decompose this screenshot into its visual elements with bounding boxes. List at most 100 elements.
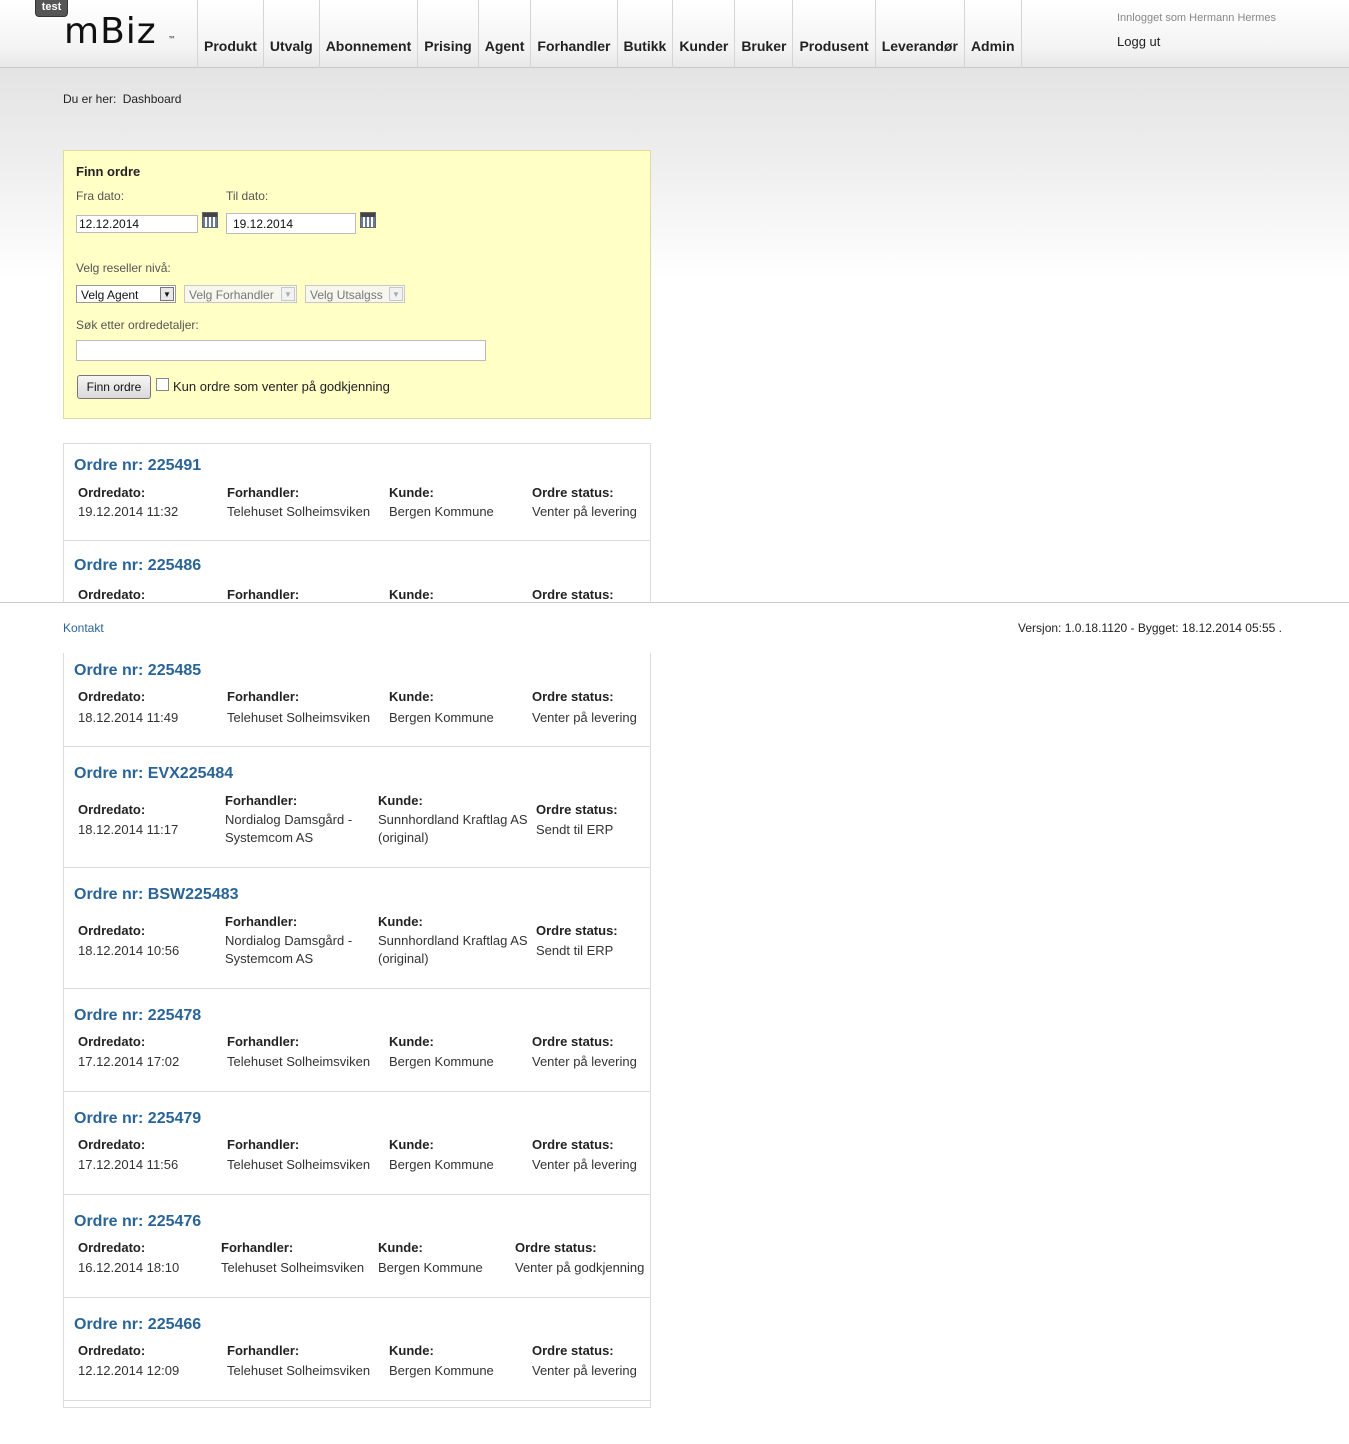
order-item: Ordre nr: 225476 Ordredato: 16.12.2014 1…	[64, 1195, 650, 1298]
nav-admin[interactable]: Admin	[963, 0, 1022, 68]
order-number-link[interactable]: Ordre nr: 225485	[74, 662, 201, 680]
order-status: Venter på godkjenning	[515, 1260, 645, 1275]
order-date: 12.12.2014 12:09	[78, 1363, 180, 1378]
trademark-symbol: ™	[168, 35, 176, 44]
dealer-name: Telehuset Solheimsviken	[227, 1054, 371, 1069]
logo-text: mBiz	[64, 11, 157, 52]
agent-select[interactable]: Velg Agent ▼	[76, 285, 176, 303]
breadcrumb-current: Dashboard	[122, 92, 182, 106]
customer-name: Bergen Kommune	[389, 710, 494, 725]
order-item: Ordre nr: 225478 Ordredato: 17.12.2014 1…	[64, 989, 650, 1092]
customer-label: Kunde:	[389, 1137, 434, 1152]
order-date-label: Ordredato:	[78, 923, 146, 938]
order-number-link[interactable]: Ordre nr: 225476	[74, 1213, 201, 1231]
customer-name: Sunnhordland Kraftlag AS (original)	[378, 933, 528, 966]
nav-leverandor[interactable]: Leverandør	[874, 0, 964, 68]
order-number-link[interactable]: Ordre nr: 225478	[74, 1007, 201, 1025]
status-label: Ordre status:	[532, 689, 614, 704]
dealer-label: Forhandler:	[225, 914, 298, 929]
contact-link[interactable]: Kontakt	[63, 621, 104, 635]
dealer-select-value: Velg Forhandler	[189, 288, 274, 302]
status-label: Ordre status:	[532, 485, 614, 500]
status-label: Ordre status:	[532, 587, 614, 602]
order-number-link[interactable]: Ordre nr: BSW225483	[74, 886, 239, 904]
chevron-down-icon: ▼	[160, 287, 174, 301]
customer-name: Bergen Kommune	[389, 1157, 494, 1172]
customer-name: Bergen Kommune	[378, 1260, 483, 1275]
order-item: Ordre nr: 225486 Ordredato: Forhandler: …	[64, 541, 650, 603]
main-navigation: Produkt Utvalg Abonnement Prising Agent …	[197, 0, 1022, 68]
dealer-name: Telehuset Solheimsviken	[227, 504, 371, 519]
nav-prising[interactable]: Prising	[417, 0, 477, 68]
order-date-label: Ordredato:	[78, 1137, 146, 1152]
status-label: Ordre status:	[532, 1034, 614, 1049]
app-header: test mBiz ™ Produkt Utvalg Abonnement Pri…	[0, 0, 1349, 68]
dealer-label: Forhandler:	[227, 1034, 300, 1049]
customer-name: Bergen Kommune	[389, 504, 494, 519]
dealer-label: Forhandler:	[227, 485, 300, 500]
chevron-down-icon: ▼	[389, 287, 403, 301]
customer-label: Kunde:	[389, 689, 434, 704]
order-number-link[interactable]: Ordre nr: 225491	[74, 457, 201, 475]
nav-agent[interactable]: Agent	[477, 0, 531, 68]
order-date-label: Ordredato:	[78, 1240, 146, 1255]
page-footer: Kontakt Versjon: 1.0.18.1120 - Bygget: 1…	[0, 602, 1349, 654]
order-date: 17.12.2014 11:56	[78, 1157, 179, 1172]
nav-utvalg[interactable]: Utvalg	[262, 0, 319, 68]
outlet-select: Velg Utsalgss ▼	[305, 285, 405, 303]
order-item: Ordre nr: EVX225484 Ordredato: 18.12.201…	[64, 747, 650, 868]
order-item: Ordre nr: 225485 Ordredato: 18.12.2014 1…	[64, 653, 650, 747]
from-date-input[interactable]	[76, 215, 198, 233]
order-details-input[interactable]	[76, 340, 486, 361]
order-status: Venter på levering	[532, 1363, 637, 1378]
customer-label: Kunde:	[389, 485, 434, 500]
logout-link[interactable]: Logg ut	[1117, 34, 1160, 49]
order-number-link[interactable]: Ordre nr: 225466	[74, 1316, 201, 1334]
nav-produsent[interactable]: Produsent	[792, 0, 874, 68]
customer-name: Bergen Kommune	[389, 1054, 494, 1069]
dealer-label: Forhandler:	[221, 1240, 294, 1255]
dealer-label: Forhandler:	[225, 793, 298, 808]
order-date: 16.12.2014 18:10	[78, 1260, 180, 1275]
dealer-label: Forhandler:	[227, 1137, 300, 1152]
nav-bruker[interactable]: Bruker	[734, 0, 792, 68]
nav-forhandler[interactable]: Forhandler	[530, 0, 616, 68]
calendar-icon[interactable]	[202, 212, 218, 228]
customer-label: Kunde:	[389, 1034, 434, 1049]
order-date: 17.12.2014 17:02	[78, 1054, 180, 1069]
customer-label: Kunde:	[389, 587, 434, 602]
nav-produkt[interactable]: Produkt	[197, 0, 263, 68]
order-status: Venter på levering	[532, 710, 637, 725]
order-date: 19.12.2014 11:32	[78, 504, 179, 519]
order-status: Venter på levering	[532, 1157, 637, 1172]
nav-butikk[interactable]: Butikk	[616, 0, 673, 68]
order-item: Ordre nr: BSW225483 Ordredato: 18.12.201…	[64, 868, 650, 989]
pending-approval-checkbox[interactable]	[156, 378, 169, 391]
agent-select-value: Velg Agent	[81, 288, 139, 302]
nav-kunder[interactable]: Kunder	[672, 0, 734, 68]
order-number-link[interactable]: Ordre nr: 225479	[74, 1110, 201, 1128]
customer-name: Sunnhordland Kraftlag AS (original)	[378, 812, 528, 845]
order-date: 18.12.2014 11:49	[78, 710, 179, 725]
order-list-continued: Ordre nr: 225485 Ordredato: 18.12.2014 1…	[63, 653, 651, 1408]
order-status: Venter på levering	[532, 504, 637, 519]
find-order-panel: Finn ordre Fra dato: Til dato: Velg rese…	[63, 150, 651, 419]
find-order-button[interactable]: Finn ordre	[77, 375, 151, 399]
customer-label: Kunde:	[389, 1343, 434, 1358]
version-info: Versjon: 1.0.18.1120 - Bygget: 18.12.201…	[1018, 621, 1282, 635]
order-number-link[interactable]: Ordre nr: 225486	[74, 557, 201, 575]
outlet-select-value: Velg Utsalgss	[310, 288, 383, 302]
order-details-label: Søk etter ordredetaljer:	[76, 318, 199, 332]
order-date-label: Ordredato:	[78, 689, 146, 704]
mbiz-logo[interactable]: mBiz ™	[64, 11, 176, 52]
order-date-label: Ordredato:	[78, 802, 146, 817]
order-date-label: Ordredato:	[78, 1343, 146, 1358]
status-label: Ordre status:	[515, 1240, 597, 1255]
dealer-label: Forhandler:	[227, 1343, 300, 1358]
status-label: Ordre status:	[532, 1343, 614, 1358]
order-number-link[interactable]: Ordre nr: EVX225484	[74, 765, 233, 783]
reseller-level-label: Velg reseller nivå:	[76, 261, 171, 275]
calendar-icon[interactable]	[360, 212, 376, 228]
nav-abonnement[interactable]: Abonnement	[318, 0, 418, 68]
to-date-input[interactable]	[226, 213, 356, 234]
